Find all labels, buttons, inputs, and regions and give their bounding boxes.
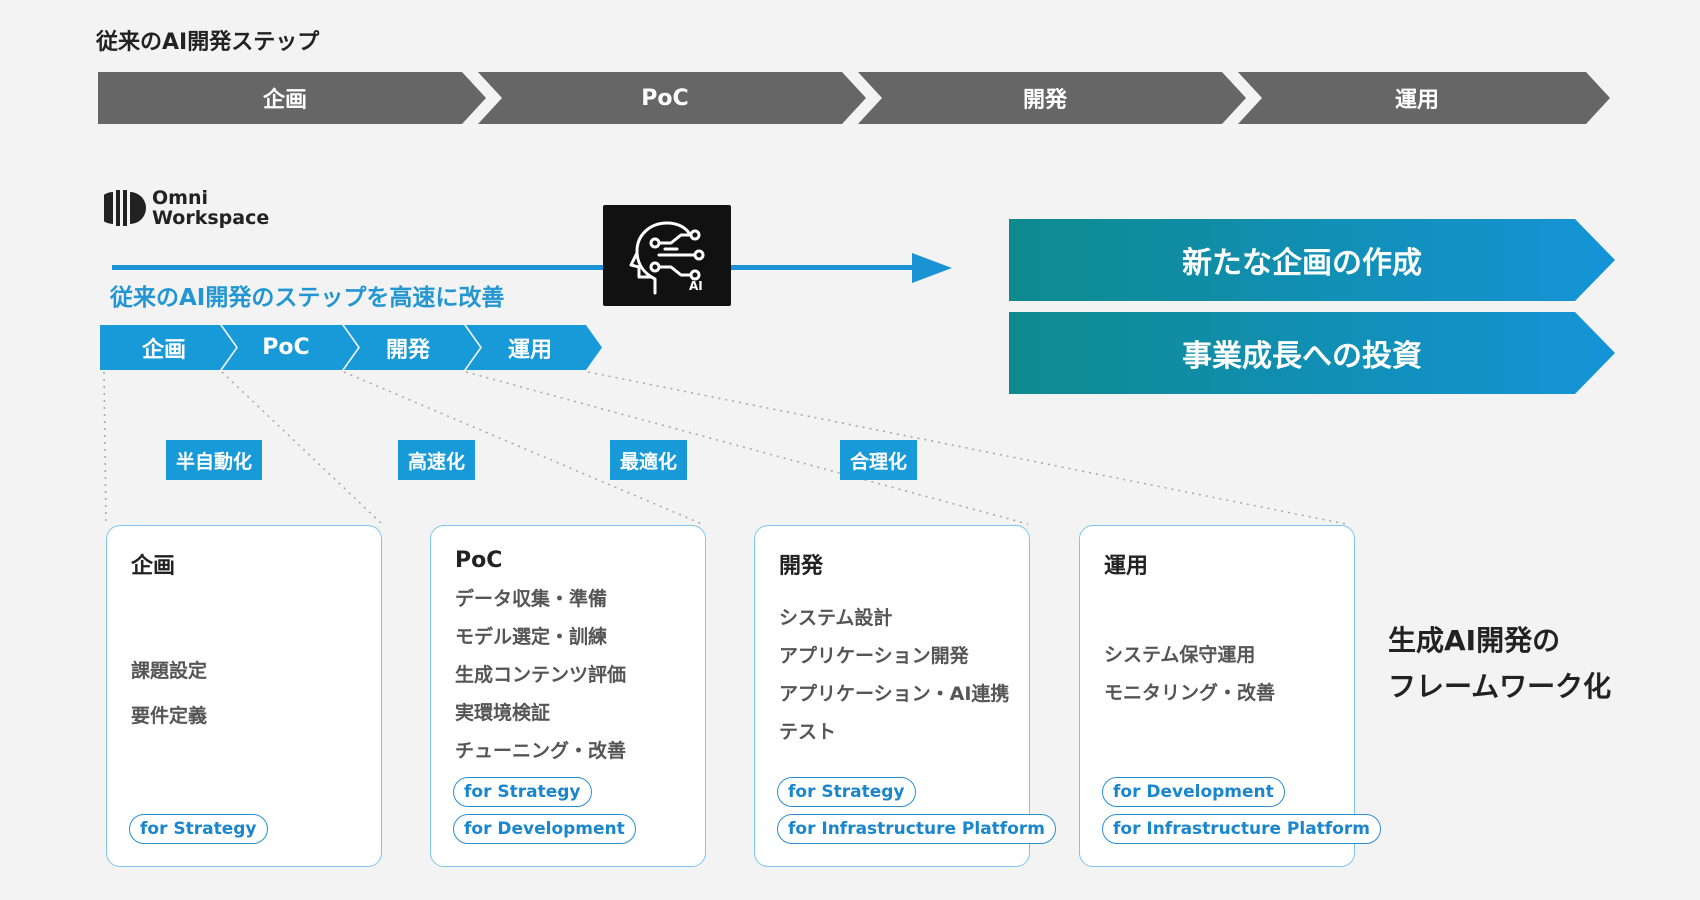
outcome-new-planning: 新たな企画の作成: [1009, 219, 1615, 301]
card-item: モニタリング・改善: [1104, 682, 1276, 704]
grey-step-poc: PoC: [478, 72, 866, 124]
outcome-label: 事業成長への投資: [1182, 339, 1422, 374]
card-item-list: システム保守運用 モニタリング・改善: [1104, 636, 1275, 712]
tag-for-strategy[interactable]: for Strategy: [777, 777, 916, 807]
grey-step-label: 運用: [1394, 88, 1439, 113]
card-item: アプリケーション・AI連携: [779, 683, 1010, 705]
card-tags: for Strategy for Development: [453, 777, 636, 844]
card-planning: 企画 課題設定 要件定義 for Strategy: [106, 525, 382, 867]
grey-step-label: 企画: [262, 88, 307, 113]
card-item: アプリケーション開発: [779, 645, 969, 667]
card-title: 運用: [1104, 554, 1149, 579]
card-tags: for Development for Infrastructure Platf…: [1102, 777, 1381, 844]
tag-for-development[interactable]: for Development: [1102, 777, 1285, 807]
tag-for-strategy[interactable]: for Strategy: [453, 777, 592, 807]
badge-rationalization: 合理化: [840, 440, 918, 480]
traditional-steps-title: 従来のAI開発ステップ: [96, 30, 320, 55]
ai-box: AI: [603, 205, 731, 306]
logo-text-line1: Omni: [152, 187, 208, 209]
card-tags: for Strategy for Infrastructure Platform: [777, 777, 1056, 844]
card-item: 課題設定: [131, 660, 208, 682]
card-item: 要件定義: [131, 705, 208, 727]
card-operation: 運用 システム保守運用 モニタリング・改善 for Development fo…: [1079, 525, 1381, 867]
blue-step-development: 開発: [344, 325, 480, 370]
outcome-business-investment: 事業成長への投資: [1009, 312, 1615, 394]
blue-step-operation: 運用: [466, 325, 602, 370]
card-item-list: データ収集・準備 モデル選定・訓練 生成コンテンツ評価 実環境検証 チューニング…: [455, 580, 626, 770]
grey-step-label: 開発: [1022, 88, 1067, 113]
card-item: 生成コンテンツ評価: [455, 664, 627, 686]
card-item: モデル選定・訓練: [455, 626, 608, 648]
card-item: システム設計: [779, 607, 893, 629]
card-tags: for Strategy: [129, 814, 268, 844]
card-title: PoC: [455, 548, 503, 573]
omni-workspace-logo: Omni Workspace: [104, 188, 274, 232]
card-poc: PoC データ収集・準備 モデル選定・訓練 生成コンテンツ評価 実環境検証 チュ…: [430, 525, 706, 867]
blue-step-label: 企画: [141, 337, 186, 363]
grey-step-planning: 企画: [98, 72, 486, 124]
grey-step-development: 開発: [858, 72, 1246, 124]
framework-line2: フレームワーク化: [1388, 670, 1612, 703]
tag-for-strategy[interactable]: for Strategy: [129, 814, 268, 844]
card-item: システム保守運用: [1104, 644, 1256, 666]
card-item: 実環境検証: [455, 702, 551, 724]
card-development: 開発 システム設計 アプリケーション開発 アプリケーション・AI連携 テスト f…: [754, 525, 1056, 867]
badge-semi-automation: 半自動化: [166, 440, 263, 480]
card-item: チューニング・改善: [455, 740, 627, 762]
framework-caption: 生成AI開発の フレームワーク化: [1388, 618, 1611, 710]
card-item: テスト: [779, 721, 837, 743]
grey-step-operation: 運用: [1238, 72, 1610, 124]
improvement-title: 従来のAI開発のステップを高速に改善: [110, 285, 505, 311]
card-title: 企画: [131, 554, 176, 579]
card-item-list: システム設計 アプリケーション開発 アプリケーション・AI連携 テスト: [779, 599, 1009, 751]
omni-logo-icon: [104, 190, 146, 226]
blue-step-label: 運用: [507, 337, 552, 363]
card-item-list: 課題設定 要件定義: [131, 652, 207, 735]
tag-for-infrastructure-platform[interactable]: for Infrastructure Platform: [777, 814, 1056, 844]
badge-speedup: 高速化: [398, 440, 476, 480]
tag-for-infrastructure-platform[interactable]: for Infrastructure Platform: [1102, 814, 1381, 844]
framework-line1: 生成AI開発の: [1388, 624, 1561, 657]
tag-for-development[interactable]: for Development: [453, 814, 636, 844]
blue-step-poc: PoC: [222, 325, 358, 370]
card-item: データ収集・準備: [455, 588, 608, 610]
grey-step-label: PoC: [641, 85, 689, 111]
badge-optimization: 最適化: [610, 440, 688, 480]
logo-text-line2: Workspace: [152, 207, 270, 229]
ai-label: AI: [689, 279, 703, 293]
blue-step-label: PoC: [262, 335, 310, 360]
outcome-label: 新たな企画の作成: [1182, 246, 1422, 281]
card-title: 開発: [779, 554, 824, 579]
blue-step-label: 開発: [385, 337, 430, 363]
blue-step-planning: 企画: [100, 325, 236, 370]
